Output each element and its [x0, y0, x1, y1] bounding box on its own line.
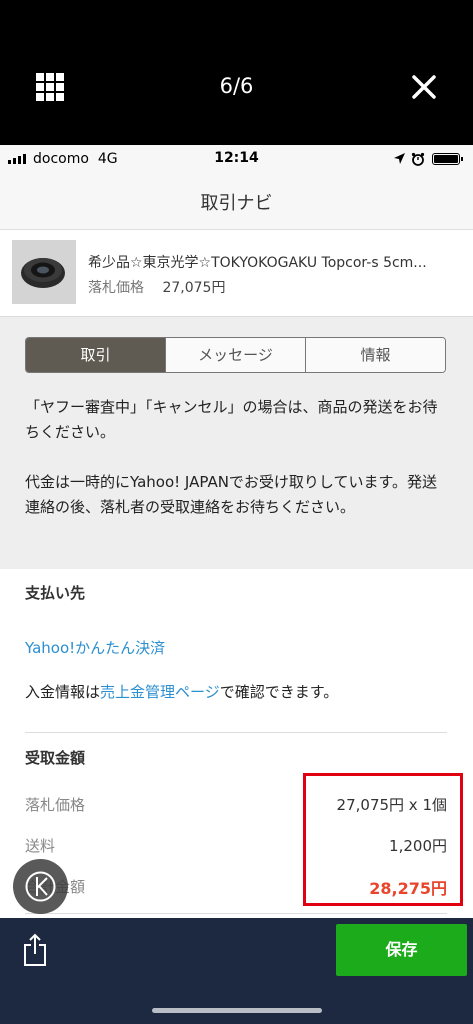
battery-icon	[432, 153, 463, 165]
status-notice: 「ヤフー審査中」「キャンセル」の場合は、商品の発送をお待ちください。 代金は一時…	[25, 395, 450, 520]
bottom-action-bar: 保存	[0, 918, 473, 1024]
assistive-touch-icon[interactable]	[13, 859, 68, 914]
divider	[25, 732, 447, 733]
viewer-top-bar: 6/6	[0, 0, 473, 145]
notice-line-1: 「ヤフー審査中」「キャンセル」の場合は、商品の発送をお待ちください。	[25, 398, 438, 441]
divider	[25, 913, 447, 914]
tab-messages[interactable]: メッセージ	[166, 338, 306, 372]
highlight-annotation	[303, 773, 463, 906]
item-thumbnail	[12, 240, 76, 304]
screenshot-content: docomo 4G 12:14 取引ナビ 希少品☆東京光学☆TOKYOKOGAK…	[0, 145, 473, 918]
sales-management-link[interactable]: 売上金管理ページ	[100, 683, 220, 701]
item-price-label: 落札価格	[88, 280, 144, 296]
notice-line-2: 代金は一時的にYahoo! JAPANでお受け取りしています。発送連絡の後、落札…	[25, 473, 437, 516]
payment-method-link[interactable]: Yahoo!かんたん決済	[25, 637, 165, 658]
segmented-tabs: 取引 メッセージ 情報	[25, 337, 446, 373]
location-icon	[394, 153, 405, 164]
page-counter: 6/6	[219, 74, 254, 98]
page-title: 取引ナビ	[200, 193, 273, 214]
payment-section-title: 支払い先	[25, 584, 86, 602]
home-indicator	[152, 1008, 322, 1013]
shipping-label: 送料	[25, 837, 56, 855]
transaction-panel: 取引 メッセージ 情報 「ヤフー審査中」「キャンセル」の場合は、商品の発送をお待…	[0, 317, 473, 569]
item-summary[interactable]: 希少品☆東京光学☆TOKYOKOGAKU Topcor-s 5cm... 落札価…	[0, 230, 473, 317]
save-button[interactable]: 保存	[336, 924, 467, 976]
nav-header: 取引ナビ	[0, 173, 473, 230]
winning-price-label: 落札価格	[25, 796, 86, 814]
status-bar: docomo 4G 12:14	[0, 145, 473, 173]
item-price-value: 27,075円	[162, 280, 226, 296]
payment-info-suffix: で確認できます。	[219, 683, 339, 701]
receipt-section-title: 受取金額	[25, 749, 86, 767]
alarm-icon	[411, 152, 425, 166]
payment-info-text: 入金情報は売上金管理ページで確認できます。	[25, 681, 338, 702]
share-icon[interactable]	[22, 933, 48, 967]
item-price-row: 落札価格 27,075円	[88, 277, 225, 297]
payment-info-prefix: 入金情報は	[25, 683, 101, 701]
close-icon[interactable]	[411, 74, 437, 100]
tab-info[interactable]: 情報	[306, 338, 445, 372]
item-title: 希少品☆東京光学☆TOKYOKOGAKU Topcor-s 5cm...	[88, 255, 427, 271]
tab-transaction[interactable]: 取引	[26, 338, 166, 372]
